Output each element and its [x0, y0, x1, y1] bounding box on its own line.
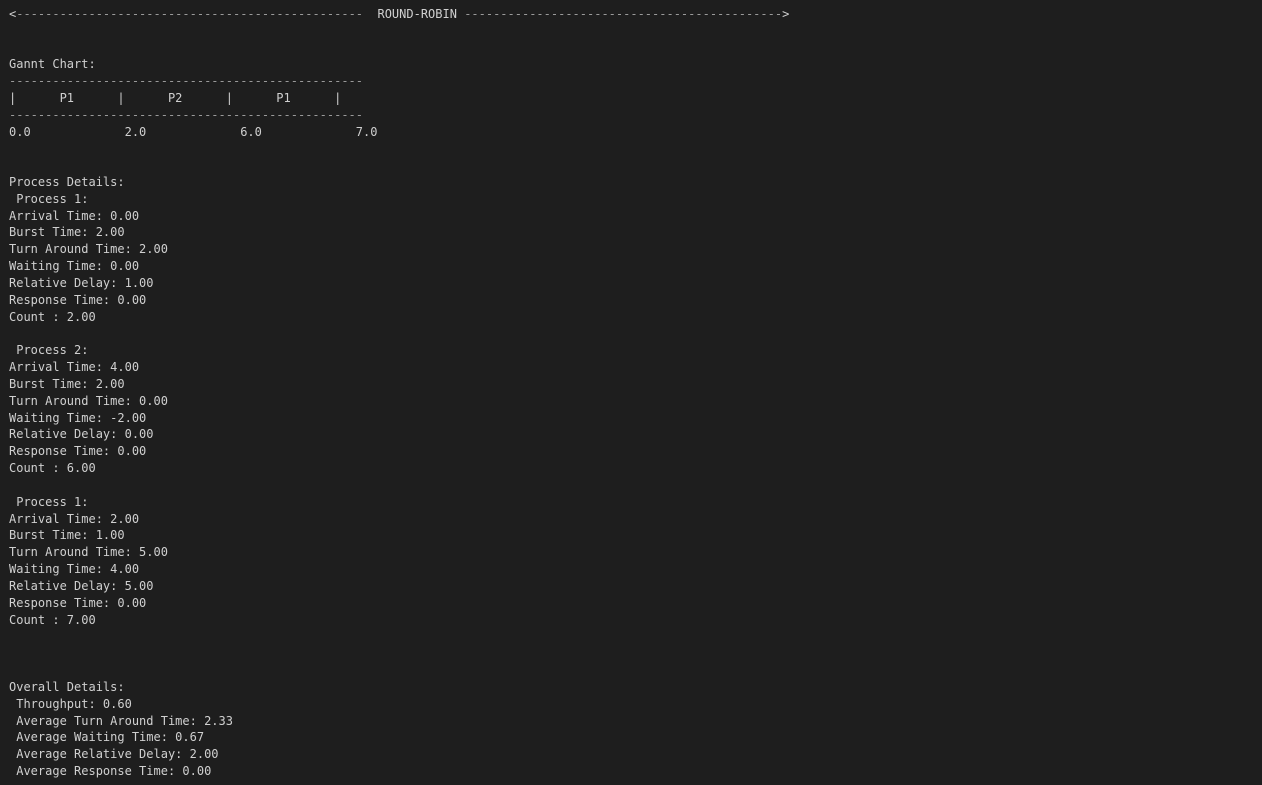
process-heading: Process 1: [9, 495, 89, 509]
header-right-dashes: ----------------------------------------… [464, 7, 783, 21]
terminal-output: <---------------------------------------… [0, 0, 1262, 785]
process-arrival-time: Arrival Time: 0.00 [9, 209, 140, 223]
process-waiting-time: Waiting Time: -2.00 [9, 411, 147, 425]
header-line: <---------------------------------------… [9, 6, 789, 23]
process-waiting-time: Waiting Time: 4.00 [9, 562, 140, 576]
header-title: ROUND-ROBIN [377, 7, 457, 21]
overall-avg-turnaround: Average Turn Around Time: 2.33 [9, 714, 233, 728]
process-waiting-time: Waiting Time: 0.00 [9, 259, 140, 273]
process-arrival-time: Arrival Time: 4.00 [9, 360, 140, 374]
process-turnaround-time: Turn Around Time: 5.00 [9, 545, 168, 559]
overall-avg-response: Average Response Time: 0.00 [9, 764, 212, 778]
process-burst-time: Burst Time: 1.00 [9, 528, 125, 542]
process-details-label: Process Details: [9, 175, 125, 189]
gantt-times-row: 0.0 2.0 6.0 7.0 [9, 125, 378, 139]
process-count: Count : 2.00 [9, 310, 96, 324]
process-count: Count : 7.00 [9, 613, 96, 627]
process-turnaround-time: Turn Around Time: 2.00 [9, 242, 168, 256]
process-heading: Process 2: [9, 343, 89, 357]
process-arrival-time: Arrival Time: 2.00 [9, 512, 140, 526]
gantt-label: Gannt Chart: [9, 57, 96, 71]
process-turnaround-time: Turn Around Time: 0.00 [9, 394, 168, 408]
process-response-time: Response Time: 0.00 [9, 444, 147, 458]
overall-throughput: Throughput: 0.60 [9, 697, 132, 711]
header-left-dashes: ----------------------------------------… [16, 7, 364, 21]
process-response-time: Response Time: 0.00 [9, 293, 147, 307]
process-count: Count : 6.00 [9, 461, 96, 475]
process-burst-time: Burst Time: 2.00 [9, 377, 125, 391]
header-right-arrow: > [782, 7, 790, 21]
process-relative-delay: Relative Delay: 0.00 [9, 427, 154, 441]
gantt-border-bottom: ----------------------------------------… [9, 108, 364, 122]
process-response-time: Response Time: 0.00 [9, 596, 147, 610]
overall-avg-relative-delay: Average Relative Delay: 2.00 [9, 747, 219, 761]
gantt-border-top: ----------------------------------------… [9, 74, 364, 88]
process-relative-delay: Relative Delay: 5.00 [9, 579, 154, 593]
overall-avg-waiting: Average Waiting Time: 0.67 [9, 730, 205, 744]
process-heading: Process 1: [9, 192, 89, 206]
process-relative-delay: Relative Delay: 1.00 [9, 276, 154, 290]
process-burst-time: Burst Time: 2.00 [9, 225, 125, 239]
gantt-bar-row: | P1 | P2 | P1 | [9, 91, 342, 105]
overall-details-label: Overall Details: [9, 680, 125, 694]
